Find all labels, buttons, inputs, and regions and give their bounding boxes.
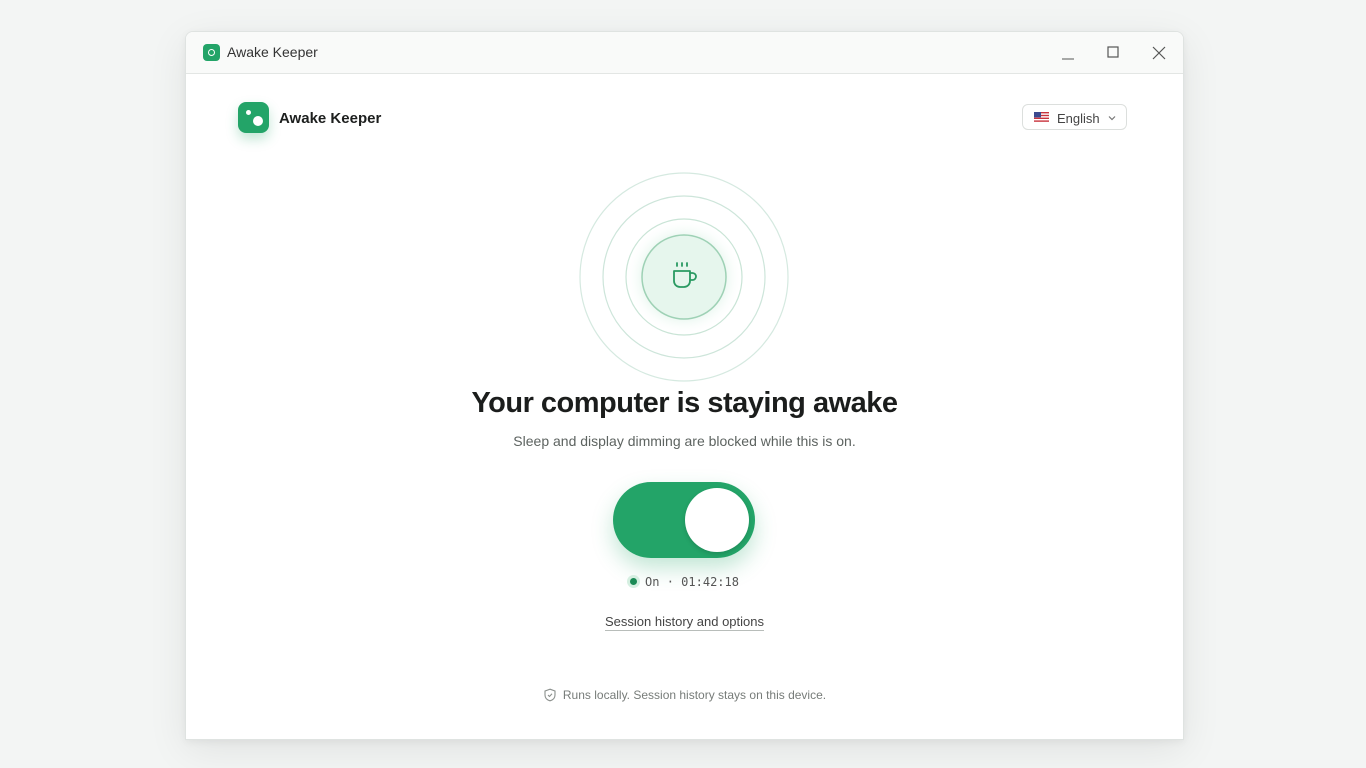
- language-selector[interactable]: English: [1022, 104, 1127, 130]
- elapsed-timer: 01:42:18: [681, 575, 739, 589]
- close-button[interactable]: [1146, 40, 1172, 66]
- language-label: English: [1057, 111, 1100, 126]
- close-icon: [1152, 46, 1166, 60]
- app-window: Awake Keeper Awake Keeper English Your c…: [185, 31, 1184, 740]
- minimize-button[interactable]: [1055, 40, 1081, 66]
- maximize-icon: [1107, 46, 1119, 58]
- page-title: Your computer is staying awake: [471, 387, 898, 419]
- page-subtitle: Sleep and display dimming are blocked wh…: [513, 433, 856, 449]
- privacy-footer: Runs locally. Session history stays on t…: [186, 688, 1183, 702]
- window-title: Awake Keeper: [227, 44, 318, 60]
- maximize-button[interactable]: [1100, 40, 1126, 66]
- app-name: Awake Keeper: [279, 110, 382, 127]
- app-logo: [238, 102, 269, 133]
- minimize-icon: [1062, 58, 1074, 60]
- title-bar: Awake Keeper: [186, 32, 1183, 74]
- status-dot-icon: [630, 578, 638, 585]
- indicator-core: [641, 234, 727, 320]
- awake-indicator: [579, 172, 789, 382]
- app-window-icon: [203, 44, 220, 61]
- status-separator: ·: [666, 575, 674, 589]
- session-history-link[interactable]: Session history and options: [605, 614, 764, 631]
- shield-icon: [544, 688, 556, 702]
- status-label: On: [645, 575, 660, 589]
- privacy-note: Runs locally. Session history stays on t…: [562, 688, 827, 702]
- toggle-knob: [685, 488, 749, 552]
- us-flag-icon: [1034, 112, 1049, 122]
- status-line: On · 01:42:18: [186, 575, 1183, 589]
- chevron-down-icon: [1108, 116, 1116, 121]
- awake-toggle-switch[interactable]: [613, 482, 755, 558]
